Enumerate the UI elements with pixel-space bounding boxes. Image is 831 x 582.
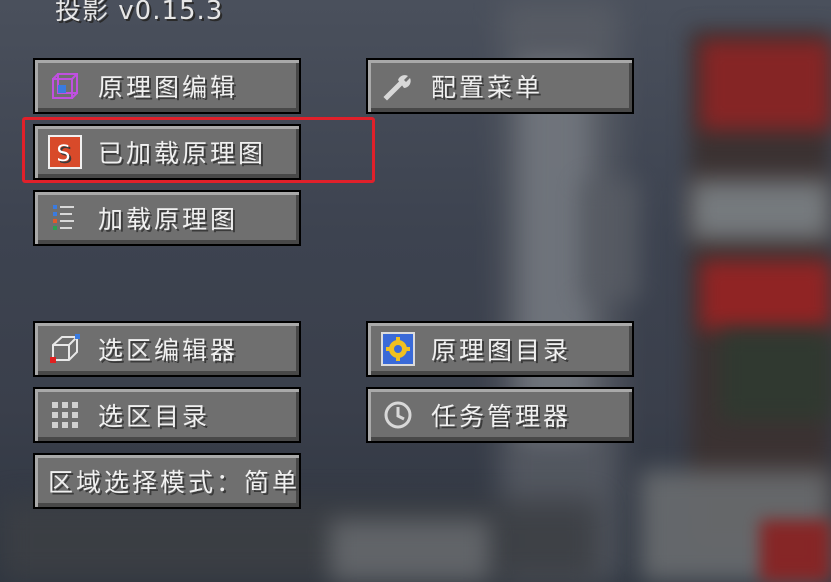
area-editor-button[interactable]: 选区编辑器	[33, 321, 301, 377]
task-manager-label: 任务管理器	[431, 402, 572, 431]
schematic-browser-label: 原理图目录	[431, 336, 572, 365]
load-schematics-label: 加载原理图	[98, 205, 239, 234]
config-menu-label: 配置菜单	[431, 73, 544, 102]
area-selection-mode-label: 区域选择模式：简单	[48, 468, 301, 497]
highlight-box	[22, 117, 375, 183]
load-schematics-button[interactable]: 加载原理图	[33, 190, 301, 246]
clock-icon	[381, 398, 415, 432]
config-menu-button[interactable]: 配置菜单	[366, 58, 634, 114]
schematic-cube-icon	[48, 69, 82, 103]
gear-badge-icon	[381, 332, 415, 366]
area-selection-mode-button[interactable]: 区域选择模式：简单	[33, 453, 301, 509]
task-manager-button[interactable]: 任务管理器	[366, 387, 634, 443]
mod-title: 投影 v0.15.3	[55, 0, 224, 26]
area-browser-label: 选区目录	[98, 402, 211, 431]
wrench-icon	[381, 69, 415, 103]
area-browser-button[interactable]: 选区目录	[33, 387, 301, 443]
area-cube-icon	[48, 332, 82, 366]
schematic-editor-label: 原理图编辑	[98, 73, 239, 102]
schematic-browser-button[interactable]: 原理图目录	[366, 321, 634, 377]
area-editor-label: 选区编辑器	[98, 336, 239, 365]
grid-icon	[48, 398, 82, 432]
schematic-editor-button[interactable]: 原理图编辑	[33, 58, 301, 114]
list-icon	[48, 201, 82, 235]
